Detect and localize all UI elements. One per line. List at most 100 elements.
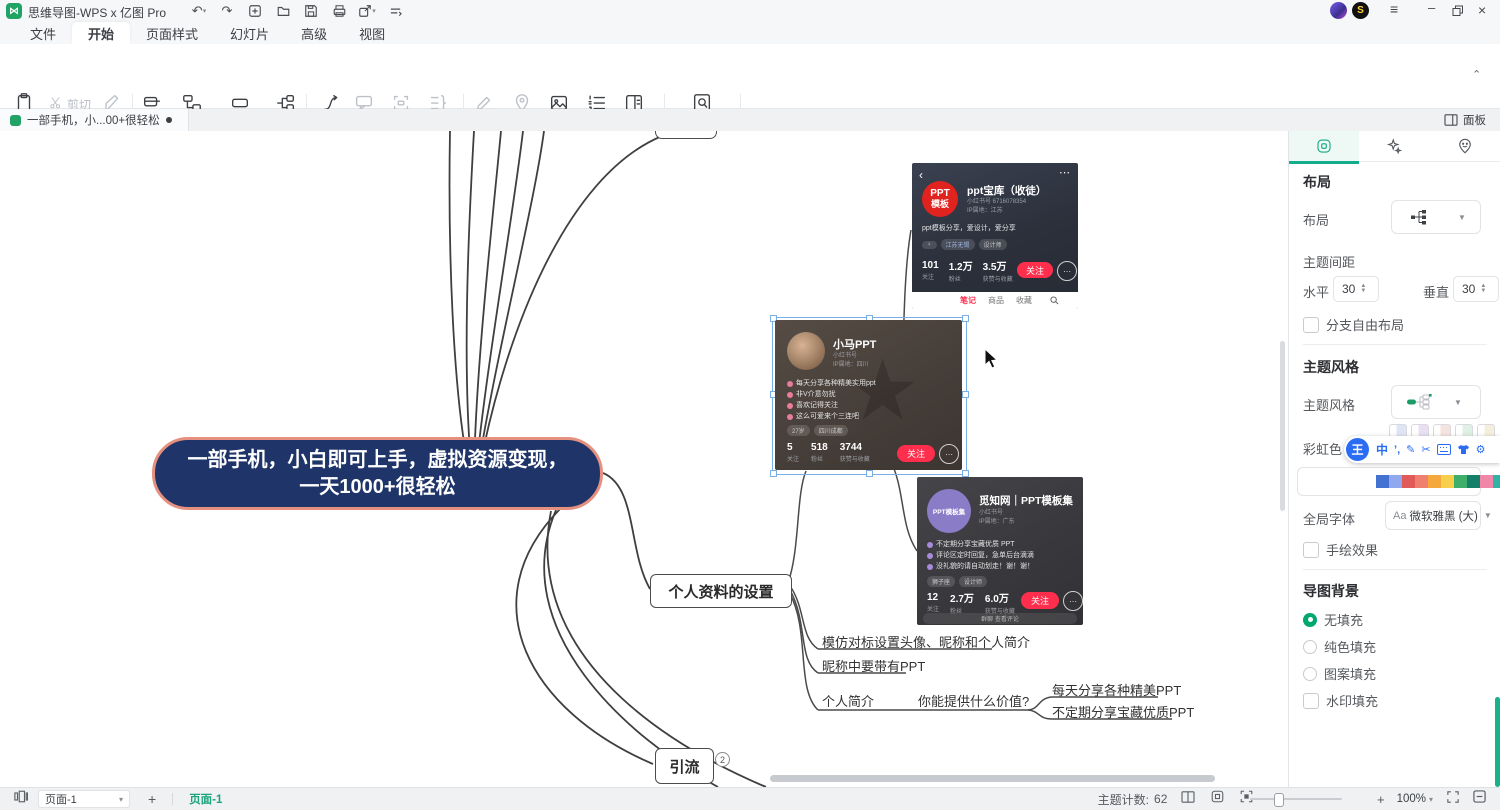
ime-toolbar[interactable]: 王 中 ’, ✎ ✂ ⚙ [1344,436,1500,463]
tab-advanced[interactable]: 高级 [285,22,343,44]
account-ip: IP属地：广东 [979,518,1015,527]
outline-view-icon[interactable] [1181,790,1195,808]
bg-solid-radio[interactable] [1303,640,1317,654]
free-layout-row[interactable]: 分支自由布局 [1303,315,1404,334]
node-traffic[interactable]: 引流 [655,748,714,784]
new-file-icon[interactable] [244,2,266,20]
tab-view[interactable]: 视图 [343,22,401,44]
tab-sticker-panel[interactable] [1429,131,1500,162]
free-layout-checkbox[interactable] [1303,317,1319,333]
add-page-button[interactable]: + [148,791,156,807]
collapse-ribbon-icon[interactable]: ⌃ [1472,68,1481,81]
zoom-level[interactable]: 100% [1397,793,1426,805]
node-sub2[interactable]: 昵称中要带有PPT [822,656,925,675]
ime-handwriting-icon[interactable]: ✎ [1406,443,1415,456]
collapse-statusbar-icon[interactable] [1473,790,1486,808]
vertical-scrollbar[interactable] [1280,341,1285,511]
panel-icon [1444,114,1458,126]
panel-toggle[interactable]: 面板 [1444,109,1486,131]
theme-style-icon [1406,393,1432,411]
zoom-slider-thumb[interactable] [1274,793,1284,807]
tab-page-style[interactable]: 页面样式 [130,22,214,44]
vertical-spacing-stepper[interactable]: 30▲▼ [1453,276,1499,302]
theme-color-dropdown[interactable]: ▼ [1297,467,1481,496]
active-page-tab[interactable]: 页面-1 [189,791,222,807]
bg-pattern-radio[interactable] [1303,667,1317,681]
customize-quickbar-icon[interactable] [384,2,406,20]
tab-layout-panel[interactable] [1289,131,1359,164]
color-swatch [1415,475,1428,488]
bg-watermark-checkbox[interactable] [1303,693,1319,709]
section-map-background: 导图背景 [1303,581,1359,601]
node-leaf1[interactable]: 每天分享各种精美PPT [1052,680,1181,699]
save-icon[interactable] [300,2,322,20]
theme-style-label: 主题风格 [1303,395,1355,414]
bg-pattern-row[interactable]: 图案填充 [1303,664,1376,683]
tab-file[interactable]: 文件 [14,22,72,44]
membership-badge[interactable]: S [1352,2,1369,19]
ime-keyboard-icon[interactable] [1437,444,1451,455]
layout-label: 布局 [1303,210,1329,229]
tab-home[interactable]: 开始 [72,22,130,44]
document-title: 一部手机，小...00+很轻松 [27,112,160,128]
sketch-checkbox[interactable] [1303,542,1319,558]
bg-solid-row[interactable]: 纯色填充 [1303,637,1376,656]
share-icon[interactable]: ▾ [356,2,378,20]
ime-punctuation-icon[interactable]: ’, [1394,444,1400,456]
screenshot-card-mizhi[interactable]: PPT模板集 觅知网｜PPT模板集 小红书号 IP属地：广东 不定期分享宝藏优质… [917,477,1083,625]
undo-icon[interactable]: ↶▾ [188,2,210,20]
page-selector-dropdown[interactable]: 页面-1▾ [38,790,130,808]
ime-settings-icon[interactable]: ⚙ [1476,443,1486,456]
zoom-in-button[interactable]: + [1377,792,1385,807]
mindmap-canvas[interactable]: 一部手机，小白即可上手，虚拟资源变现，一天1000+很轻松 个人资料的设置 引流… [0,131,1288,787]
layout-dropdown[interactable]: ▼ [1391,200,1481,234]
hamburger-menu-icon[interactable]: ≡ [1390,1,1398,17]
restore-button[interactable] [1452,4,1464,22]
node-value-question[interactable]: 你能提供什么价值? [918,691,1029,710]
mindmap-view-icon[interactable] [1211,790,1224,808]
more-icon: ⋯ [1059,166,1070,179]
panel-scrollbar[interactable] [1495,697,1500,787]
minimize-button[interactable]: – [1428,0,1435,15]
screenshot-card-xiaoma[interactable]: ★ 小马PPT 小红书号 IP属地：四川 每天分享各种精美实用ppt 非V介意勿… [775,320,962,470]
open-folder-icon[interactable] [272,2,294,20]
user-avatar[interactable] [1330,2,1347,19]
close-button[interactable]: × [1478,2,1486,18]
app-title: 思维导图-WPS x 亿图 Pro [28,4,166,21]
clipped-top-node[interactable] [655,131,717,139]
zoom-slider-track[interactable] [1250,798,1342,800]
ime-skin-icon[interactable] [1457,444,1470,455]
node-leaf2[interactable]: 不定期分享宝藏优质PPT [1052,702,1194,721]
comment-bar: 群聊 查看评论 [923,613,1077,624]
color-swatch [1441,475,1454,488]
chevron-down-icon: ▼ [1454,398,1462,407]
horizontal-spacing-stepper[interactable]: 30▲▼ [1333,276,1379,302]
status-bar: 页面-1▾ + 页面-1 主题计数: 62 − + 100% ▾ [0,787,1500,810]
collapsed-count-badge[interactable]: 2 [715,752,730,767]
bg-none-row[interactable]: 无填充 [1303,610,1363,629]
fullscreen-icon[interactable] [1447,790,1459,808]
bg-none-radio[interactable] [1303,613,1317,627]
ime-logo[interactable]: 王 [1346,438,1369,461]
document-tab[interactable]: 一部手机，小...00+很轻松 [0,109,189,131]
redo-icon[interactable]: ↷ [216,2,238,20]
screenshot-card-pptbaoku[interactable]: ‹ ⋯ PPT 模板 ppt宝库（收徒） 小红书号 6716078354 IP属… [912,163,1078,309]
account-bio: 每天分享各种精美实用ppt 非V介意勿扰 喜欢记得关注 这么可爱来个三连吧 [787,378,876,422]
central-topic-text: 一部手机，小白即可上手，虚拟资源变现，一天1000+很轻松 [181,447,574,501]
ime-clipboard-icon[interactable]: ✂ [1421,443,1430,456]
pages-icon[interactable] [14,790,28,808]
horizontal-scrollbar[interactable] [770,775,1215,782]
tab-slides[interactable]: 幻灯片 [214,22,285,44]
ime-pinyin-mode-icon[interactable]: 中 [1376,441,1388,458]
central-topic[interactable]: 一部手机，小白即可上手，虚拟资源变现，一天1000+很轻松 [152,437,603,510]
global-font-dropdown[interactable]: Aa 微软雅黑 (大) ▼ [1385,501,1481,530]
sketch-row[interactable]: 手绘效果 [1303,540,1378,559]
tab-ai-panel[interactable] [1359,131,1429,162]
bg-watermark-row[interactable]: 水印填充 [1303,691,1378,710]
print-icon[interactable] [328,2,350,20]
theme-style-dropdown[interactable]: ▼ [1391,385,1481,419]
node-profile-setup[interactable]: 个人资料的设置 [650,574,792,608]
node-sub1[interactable]: 模仿对标设置头像、昵称和个人简介 [822,632,1030,651]
chat-icon: ⋯ [1057,261,1077,281]
node-sub3[interactable]: 个人简介 [822,691,874,710]
